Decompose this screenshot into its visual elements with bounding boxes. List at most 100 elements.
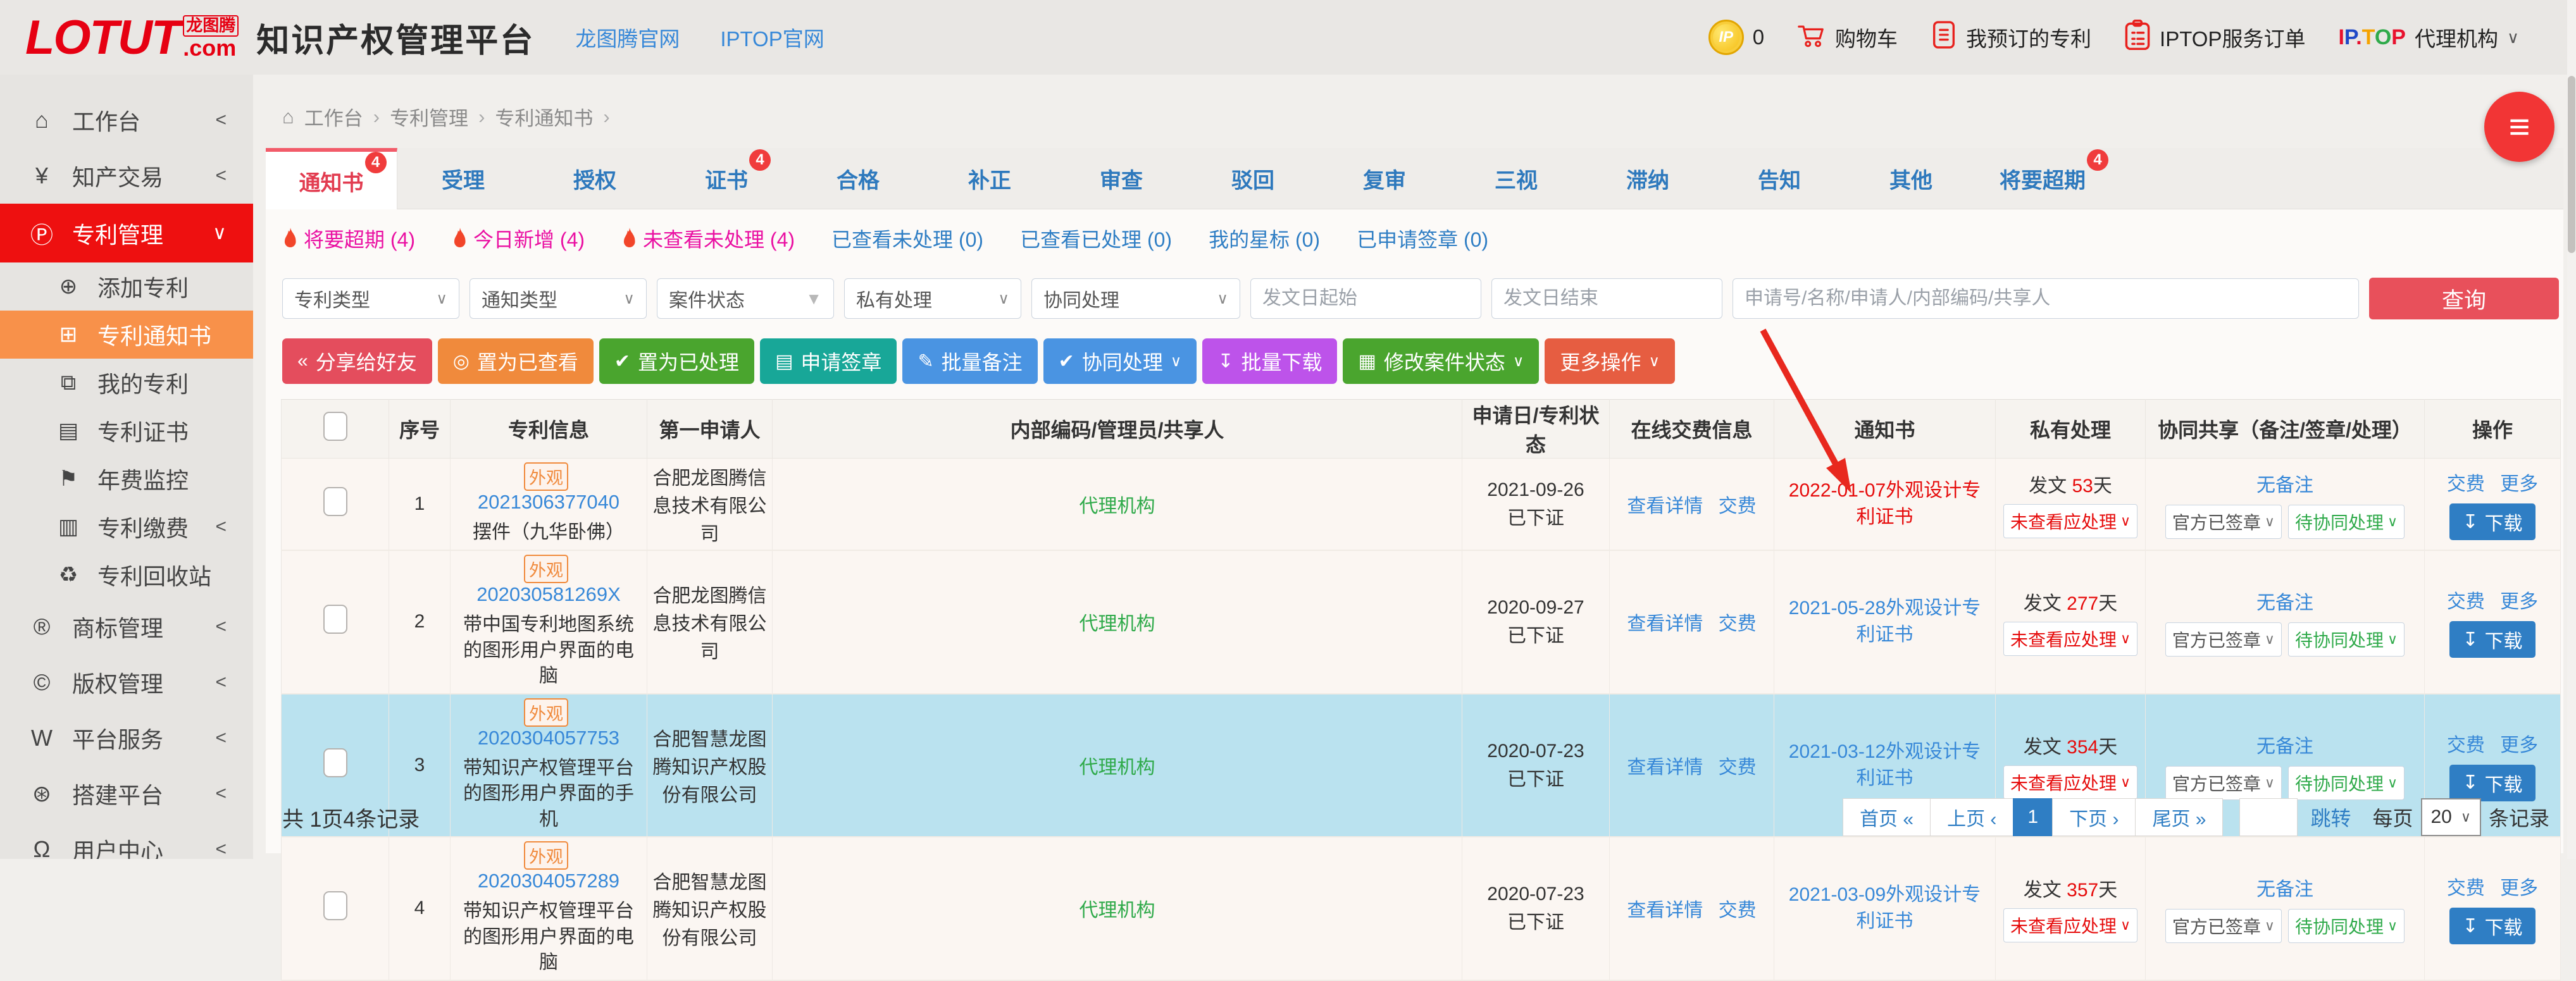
op-fee-link[interactable]: 交费 [2447, 735, 2485, 756]
tab-correction[interactable]: 补正 [924, 148, 1055, 209]
collab-handle-button[interactable]: ✔协同处理∨ [1043, 338, 1197, 384]
case-status-select[interactable]: 案件状态▼ [657, 278, 834, 319]
notice-type-select[interactable]: 通知类型∨ [470, 278, 647, 319]
sidebar-sub-patent-recycle[interactable]: ♻ 专利回收站 [0, 551, 253, 599]
nav-link-iptop-site[interactable]: IPTOP官网 [720, 22, 824, 52]
jump-button[interactable]: 跳转 [2310, 803, 2351, 832]
filter-new-today[interactable]: 今日新增 (4) [452, 224, 585, 253]
apply-signature-button[interactable]: ▤申请签章 [760, 338, 897, 384]
download-button[interactable]: ↧下载 [2449, 908, 2535, 944]
note-state-link[interactable]: 无备注 [2256, 469, 2313, 497]
sidebar-sub-patent-fees[interactable]: ▥ 专利缴费 < [0, 503, 253, 551]
change-case-status-button[interactable]: ▦修改案件状态∨ [1343, 338, 1539, 384]
sidebar-item-ip-trade[interactable]: ¥ 知产交易 < [0, 148, 253, 204]
sidebar-sub-my-patents[interactable]: ⧉ 我的专利 [0, 359, 253, 407]
cart-button[interactable]: 购物车 [1797, 20, 1898, 54]
sidebar-item-build-platform[interactable]: ⊛ 搭建平台 < [0, 766, 253, 822]
sidebar-item-trademark-mgmt[interactable]: ® 商标管理 < [0, 599, 253, 655]
iptop-orders-button[interactable]: IPTOP服务订单 [2124, 20, 2305, 55]
sign-state-select[interactable]: 官方已签章∨ [2165, 909, 2282, 943]
patent-number-link[interactable]: 2020304057753 [478, 727, 619, 749]
current-page-button[interactable]: 1 [2013, 798, 2053, 836]
op-more-link[interactable]: 更多 [2500, 735, 2538, 756]
patent-number-link[interactable]: 2021306377040 [478, 491, 619, 513]
more-actions-button[interactable]: 更多操作∨ [1545, 338, 1675, 384]
note-state-link[interactable]: 无备注 [2256, 873, 2313, 901]
app-logo[interactable]: LOTUT 龙图腾 .com [25, 15, 239, 59]
sidebar-sub-patent-notices[interactable]: ⊞ 专利通知书 [0, 311, 253, 359]
sidebar-sub-patent-certs[interactable]: ▤ 专利证书 [0, 407, 253, 455]
private-state-select[interactable]: 未查看应处理∨ [2003, 908, 2137, 942]
sidebar-item-copyright-mgmt[interactable]: © 版权管理 < [0, 655, 253, 710]
row-checkbox[interactable] [323, 891, 347, 920]
row-checkbox[interactable] [323, 748, 347, 777]
note-state-link[interactable]: 无备注 [2256, 587, 2313, 615]
tab-reexamination[interactable]: 复审 [1319, 148, 1450, 209]
collab-state-select[interactable]: 待协同处理∨ [2288, 505, 2405, 539]
tab-rejection[interactable]: 驳回 [1187, 148, 1319, 209]
select-all-checkbox[interactable] [323, 412, 347, 441]
search-button[interactable]: 查询 [2369, 278, 2559, 319]
tab-other[interactable]: 其他 [1845, 148, 1977, 209]
patent-number-link[interactable]: 2020304057289 [478, 870, 619, 892]
tab-expiring[interactable]: 将要超期4 [1977, 148, 2108, 209]
op-more-link[interactable]: 更多 [2500, 474, 2538, 495]
tab-three-views[interactable]: 三视 [1450, 148, 1582, 209]
tab-qualified[interactable]: 合格 [792, 148, 924, 209]
fee-pay-link[interactable]: 交费 [1719, 614, 1757, 634]
sign-state-select[interactable]: 官方已签章∨ [2165, 505, 2282, 539]
notice-link[interactable]: 2021-03-09外观设计专利证书 [1789, 884, 1981, 932]
jump-page-input[interactable] [2239, 798, 2298, 836]
filter-viewed-unhandled[interactable]: 已查看未处理 (0) [831, 224, 983, 253]
filter-expiring[interactable]: 将要超期 (4) [282, 224, 415, 253]
tab-notices[interactable]: 通知书4 [266, 148, 397, 210]
agency-menu[interactable]: IP.TOP 代理机构 ∨ [2338, 22, 2519, 52]
page-size-select[interactable]: 20∨ [2421, 798, 2481, 836]
filter-signed[interactable]: 已申请签章 (0) [1357, 224, 1488, 253]
floating-menu-button[interactable]: ≡ [2484, 92, 2554, 162]
private-state-select[interactable]: 未查看应处理∨ [2003, 504, 2137, 538]
tab-certificate[interactable]: 证书4 [661, 148, 792, 209]
collab-state-select[interactable]: 待协同处理∨ [2288, 622, 2405, 657]
fee-pay-link[interactable]: 交费 [1719, 757, 1757, 778]
first-page-button[interactable]: 首页 « [1843, 798, 1931, 836]
op-more-link[interactable]: 更多 [2500, 878, 2538, 899]
fee-pay-link[interactable]: 交费 [1719, 900, 1757, 921]
download-button[interactable]: ↧下载 [2449, 503, 2535, 540]
tab-notification[interactable]: 告知 [1714, 148, 1845, 209]
fee-pay-link[interactable]: 交费 [1719, 496, 1757, 517]
op-more-link[interactable]: 更多 [2500, 591, 2538, 612]
collab-handle-select[interactable]: 协同处理∨ [1031, 278, 1240, 319]
tab-acceptance[interactable]: 受理 [397, 148, 529, 209]
ip-coin-balance[interactable]: IP 0 [1708, 20, 1764, 55]
op-fee-link[interactable]: 交费 [2447, 878, 2485, 899]
sidebar-sub-add-patent[interactable]: ⊕ 添加专利 [0, 262, 253, 311]
breadcrumb-workbench[interactable]: 工作台 [304, 102, 363, 131]
tab-examination[interactable]: 审查 [1055, 148, 1187, 209]
fee-detail-link[interactable]: 查看详情 [1627, 757, 1703, 778]
filter-viewed-handled[interactable]: 已查看已处理 (0) [1020, 224, 1172, 253]
notice-link[interactable]: 2021-03-12外观设计专利证书 [1789, 741, 1981, 789]
mark-viewed-button[interactable]: ◎置为已查看 [438, 338, 594, 384]
keyword-search-input[interactable] [1733, 278, 2359, 319]
tab-grant[interactable]: 授权 [529, 148, 661, 209]
op-fee-link[interactable]: 交费 [2447, 474, 2485, 495]
sign-state-select[interactable]: 官方已签章∨ [2165, 622, 2282, 657]
fee-detail-link[interactable]: 查看详情 [1627, 900, 1703, 921]
sidebar-item-platform-services[interactable]: W 平台服务 < [0, 710, 253, 766]
filter-my-stars[interactable]: 我的星标 (0) [1209, 224, 1320, 253]
issue-date-start-input[interactable] [1250, 278, 1481, 319]
sidebar-item-user-center[interactable]: Ω 用户中心 < [0, 822, 253, 859]
fee-detail-link[interactable]: 查看详情 [1627, 496, 1703, 517]
filter-unviewed-unhandled[interactable]: 未查看未处理 (4) [621, 224, 795, 253]
sidebar-sub-annuity-monitor[interactable]: ⚑ 年费监控 [0, 455, 253, 503]
notice-link[interactable]: 2022-01-07外观设计专利证书 [1789, 480, 1981, 528]
fee-detail-link[interactable]: 查看详情 [1627, 614, 1703, 634]
mark-handled-button[interactable]: ✔置为已处理 [599, 338, 754, 384]
reserved-patents-button[interactable]: 我预订的专利 [1931, 20, 2091, 54]
next-page-button[interactable]: 下页 › [2052, 798, 2136, 836]
download-button[interactable]: ↧下载 [2449, 621, 2535, 658]
tab-late-fee[interactable]: 滞纳 [1582, 148, 1714, 209]
op-fee-link[interactable]: 交费 [2447, 591, 2485, 612]
patent-number-link[interactable]: 202030581269X [476, 583, 621, 605]
